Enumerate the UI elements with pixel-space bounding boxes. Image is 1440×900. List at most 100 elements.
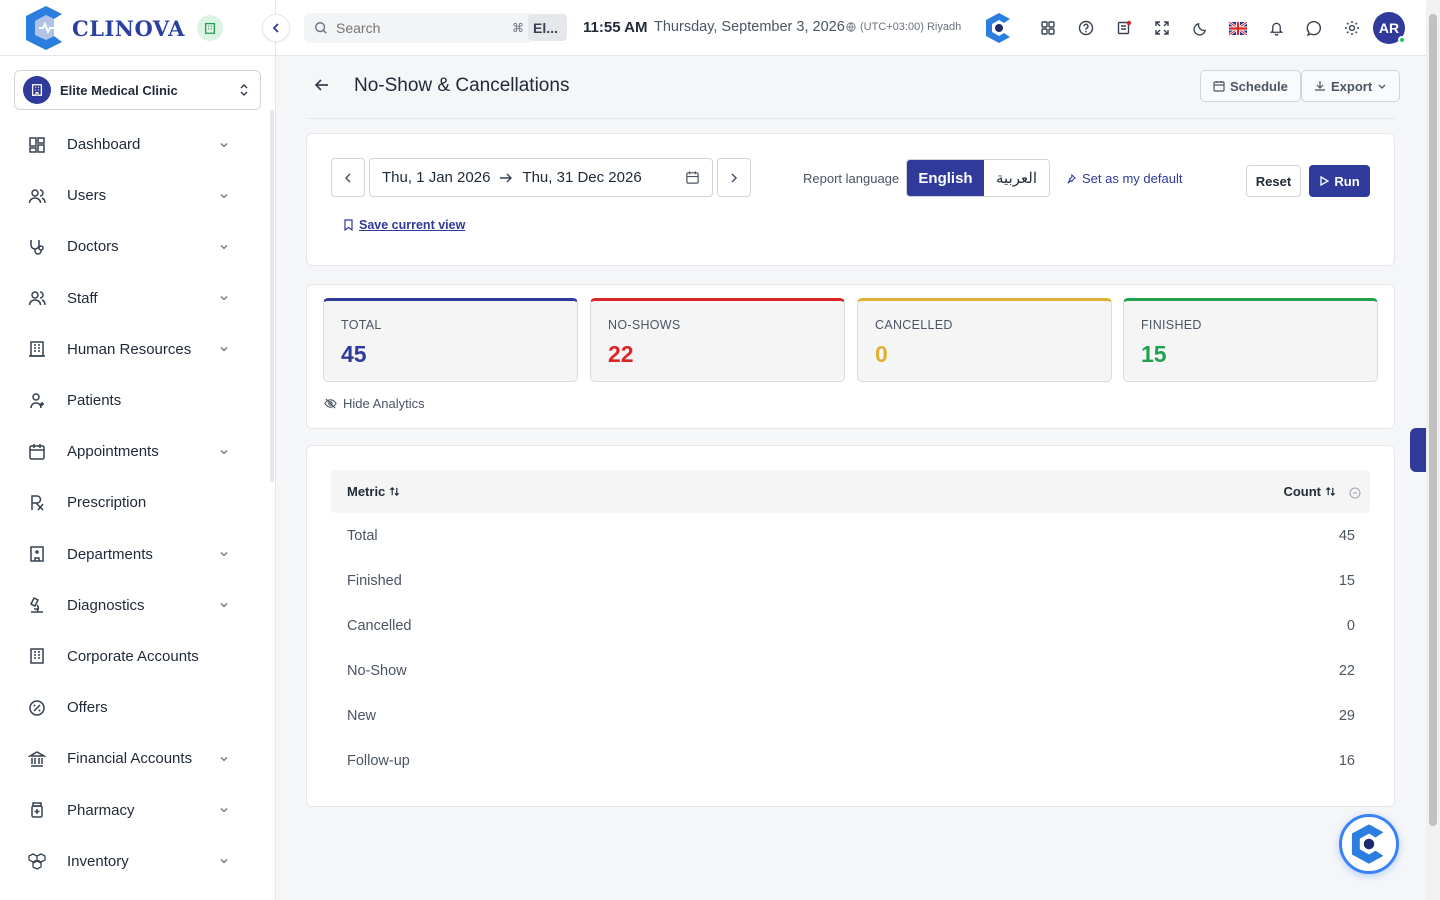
search-box[interactable]: ⌘ xyxy=(304,13,534,43)
table-header: Metric Count xyxy=(331,470,1370,513)
page-scrollbar-thumb[interactable] xyxy=(1429,14,1437,826)
stat-label: FINISHED xyxy=(1141,318,1202,332)
search-icon xyxy=(315,22,327,34)
sidebar-item-prescription[interactable]: Prescription xyxy=(0,477,270,528)
date-range-picker[interactable]: Thu, 1 Jan 2026 Thu, 31 Dec 2026 xyxy=(369,158,713,197)
percent-icon xyxy=(29,699,45,716)
reset-button[interactable]: Reset xyxy=(1246,165,1301,197)
sidebar: CLINOVA Elite Medical Clinic Dashboard Us… xyxy=(0,0,276,900)
date-to: Thu, 31 Dec 2026 xyxy=(522,169,642,186)
chevron-down-icon xyxy=(220,603,228,608)
collapse-sidebar-button[interactable] xyxy=(262,14,290,42)
hide-analytics-toggle[interactable]: Hide Analytics xyxy=(324,396,425,411)
previous-period-button[interactable] xyxy=(331,158,365,197)
chat-bubble-icon[interactable] xyxy=(1303,17,1325,39)
sidebar-item-inventory[interactable]: Inventory xyxy=(0,836,270,887)
count-cell: 16 xyxy=(1338,753,1355,769)
export-label: Export xyxy=(1331,78,1373,94)
metric-cell: New xyxy=(347,708,377,724)
help-icon[interactable] xyxy=(1075,17,1097,39)
save-current-view-link[interactable]: Save current view xyxy=(343,218,465,232)
stat-label: NO-SHOWS xyxy=(608,318,681,332)
column-header-count[interactable]: Count xyxy=(1283,484,1336,499)
set-as-default-link[interactable]: Set as my default xyxy=(1066,171,1182,186)
sidebar-item-departments[interactable]: Departments xyxy=(0,529,270,580)
column-label-count: Count xyxy=(1283,484,1321,499)
sidebar-item-label: Staff xyxy=(67,289,98,307)
chevron-left-icon xyxy=(344,172,351,183)
sidebar-item-patients[interactable]: Patients xyxy=(0,375,270,426)
uk-flag-icon[interactable] xyxy=(1227,17,1249,39)
search-input[interactable] xyxy=(336,20,512,36)
sidebar-item-label: Inventory xyxy=(67,852,129,870)
count-cell: 22 xyxy=(1338,663,1355,679)
apps-grid-icon[interactable] xyxy=(1037,17,1059,39)
chevron-down-icon xyxy=(220,142,228,148)
chevron-down-icon xyxy=(220,193,228,199)
clinic-crumb-chip[interactable]: El... xyxy=(528,14,567,41)
sidebar-item-users[interactable]: Users xyxy=(0,170,270,221)
sidebar-item-label: Diagnostics xyxy=(67,596,145,614)
globe-icon xyxy=(846,22,856,32)
clinic-badge-icon[interactable] xyxy=(196,15,223,41)
stat-card-finished: FINISHED 15 xyxy=(1123,298,1378,382)
run-button[interactable]: Run xyxy=(1309,165,1370,197)
user-avatar[interactable]: AR xyxy=(1373,12,1406,44)
sidebar-item-diagnostics[interactable]: Diagnostics xyxy=(0,580,270,631)
count-cell: 29 xyxy=(1338,708,1355,724)
dark-mode-moon-icon[interactable] xyxy=(1189,17,1211,39)
page-scrollbar[interactable] xyxy=(1426,0,1440,900)
assistant-chat-button[interactable] xyxy=(1339,814,1399,874)
sidebar-item-label: Pharmacy xyxy=(67,801,135,819)
search-shortcut: ⌘ xyxy=(512,21,524,35)
language-option-english[interactable]: English xyxy=(907,160,984,196)
building-icon xyxy=(29,341,45,358)
sidebar-item-human-resources[interactable]: Human Resources xyxy=(0,324,270,375)
clinic-selector[interactable]: Elite Medical Clinic xyxy=(14,70,261,110)
sidebar-item-pharmacy[interactable]: Pharmacy xyxy=(0,784,270,835)
stethoscope-icon xyxy=(30,239,44,255)
chevron-down-icon xyxy=(220,245,228,250)
notes-icon[interactable] xyxy=(1113,17,1135,39)
arrow-right-icon xyxy=(500,173,513,182)
column-header-metric[interactable]: Metric xyxy=(347,484,400,499)
chevron-down-icon xyxy=(220,449,228,455)
next-period-button[interactable] xyxy=(717,158,751,197)
export-button[interactable]: Export xyxy=(1301,70,1401,102)
bank-icon xyxy=(28,750,46,767)
timezone: (UTC+03:00) Riyadh xyxy=(846,21,961,33)
stat-label: CANCELLED xyxy=(875,318,953,332)
sidebar-item-label: Departments xyxy=(67,545,153,563)
fullscreen-icon[interactable] xyxy=(1151,17,1173,39)
sidebar-scrollbar[interactable] xyxy=(270,110,274,482)
side-drawer-tab[interactable] xyxy=(1410,428,1426,472)
brand-logo[interactable]: CLINOVA xyxy=(22,4,223,52)
settings-gear-icon[interactable] xyxy=(1341,17,1363,39)
count-cell: 45 xyxy=(1338,528,1355,544)
sidebar-item-label: Human Resources xyxy=(67,340,192,358)
online-status-dot xyxy=(1398,36,1406,44)
clinova-app-icon[interactable] xyxy=(983,12,1015,44)
pill-bottle-icon xyxy=(31,802,43,818)
clinova-assistant-icon xyxy=(1351,824,1384,864)
column-settings-icon[interactable] xyxy=(1349,487,1361,499)
back-button[interactable] xyxy=(313,76,333,96)
metric-cell: Cancelled xyxy=(347,618,412,634)
metric-cell: Finished xyxy=(347,573,402,589)
sidebar-item-corporate-accounts[interactable]: Corporate Accounts xyxy=(0,631,270,682)
metric-cell: No-Show xyxy=(347,663,407,679)
calendar-clock-icon xyxy=(1213,81,1225,92)
microscope-icon xyxy=(29,597,43,614)
sidebar-item-appointments[interactable]: Appointments xyxy=(0,426,270,477)
sidebar-item-dashboard[interactable]: Dashboard xyxy=(0,119,270,170)
schedule-button[interactable]: Schedule xyxy=(1200,70,1301,102)
stat-value: 0 xyxy=(875,341,888,367)
sidebar-item-staff[interactable]: Staff xyxy=(0,273,270,324)
language-option-arabic[interactable]: العربية xyxy=(984,160,1049,196)
sidebar-item-offers[interactable]: Offers xyxy=(0,682,270,733)
bell-icon[interactable] xyxy=(1265,17,1287,39)
sidebar-item-label: Financial Accounts xyxy=(67,750,193,768)
chevron-down-icon xyxy=(220,552,228,557)
sidebar-item-doctors[interactable]: Doctors xyxy=(0,221,270,272)
sidebar-item-financial-accounts[interactable]: Financial Accounts xyxy=(0,733,270,784)
